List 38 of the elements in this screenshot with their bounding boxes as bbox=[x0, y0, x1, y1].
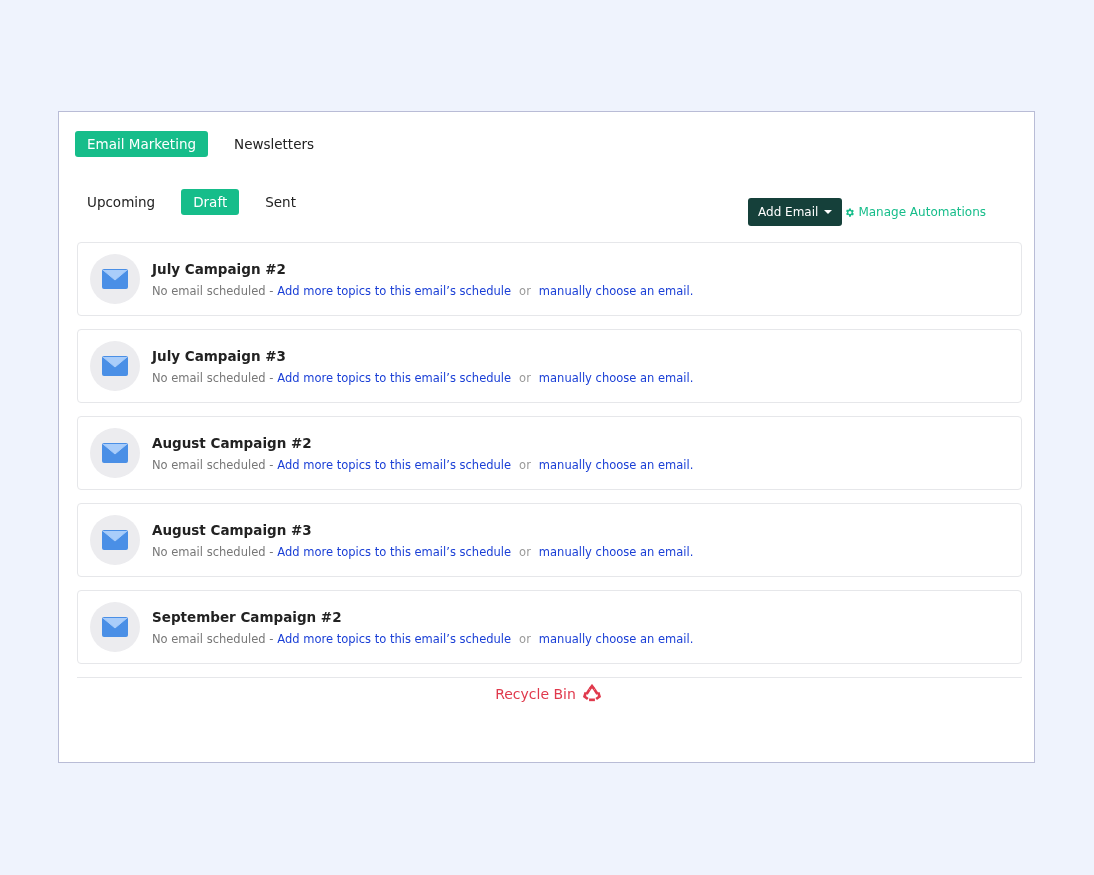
gear-icon bbox=[844, 206, 856, 218]
add-topics-link[interactable]: Add more topics to this email’s schedule bbox=[277, 457, 512, 472]
status-text: No email scheduled - bbox=[152, 283, 274, 298]
tab[interactable]: Upcoming bbox=[75, 189, 168, 215]
tab[interactable]: Newsletters bbox=[222, 131, 327, 157]
or-text: or bbox=[519, 544, 531, 559]
email-title: August Campaign #3 bbox=[152, 521, 313, 538]
email-title: July Campaign #3 bbox=[152, 347, 287, 364]
email-title: September Campaign #2 bbox=[152, 608, 343, 625]
status-text: No email scheduled - bbox=[152, 457, 274, 472]
tab[interactable]: Sent bbox=[253, 189, 308, 215]
email-title: July Campaign #2 bbox=[152, 260, 287, 277]
add-topics-link[interactable]: Add more topics to this email’s schedule bbox=[277, 544, 512, 559]
envelope-icon bbox=[102, 530, 128, 550]
or-text: or bbox=[519, 457, 531, 472]
envelope-icon bbox=[102, 356, 128, 376]
status-text: No email scheduled - bbox=[152, 370, 274, 385]
or-text: or bbox=[519, 631, 531, 646]
envelope-icon bbox=[102, 617, 128, 637]
recycle-icon bbox=[581, 684, 602, 704]
status-text: No email scheduled - bbox=[152, 631, 274, 646]
email-title: August Campaign #2 bbox=[152, 434, 313, 451]
choose-email-link[interactable]: manually choose an email. bbox=[538, 283, 694, 298]
add-email-button[interactable]: Add Email bbox=[748, 198, 843, 226]
or-text: or bbox=[519, 283, 531, 298]
choose-email-link[interactable]: manually choose an email. bbox=[538, 631, 694, 646]
add-topics-link[interactable]: Add more topics to this email’s schedule bbox=[277, 370, 512, 385]
add-topics-link[interactable]: Add more topics to this email’s schedule bbox=[277, 283, 512, 298]
choose-email-link[interactable]: manually choose an email. bbox=[538, 544, 694, 559]
envelope-icon bbox=[102, 269, 128, 289]
status-text: No email scheduled - bbox=[152, 544, 274, 559]
envelope-icon bbox=[102, 443, 128, 463]
choose-email-link[interactable]: manually choose an email. bbox=[538, 457, 694, 472]
choose-email-link[interactable]: manually choose an email. bbox=[538, 370, 694, 385]
recycle-bin-link[interactable]: Recycle Bin bbox=[495, 684, 602, 704]
caret-icon bbox=[824, 210, 833, 214]
or-text: or bbox=[519, 370, 531, 385]
add-topics-link[interactable]: Add more topics to this email’s schedule bbox=[277, 631, 512, 646]
